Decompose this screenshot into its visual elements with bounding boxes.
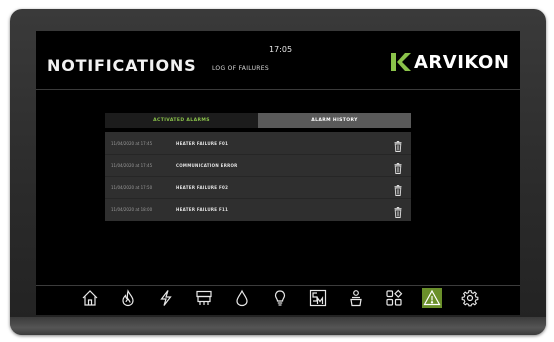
clock: 17:05 xyxy=(269,45,293,54)
lightning-icon xyxy=(160,290,172,306)
logo-text: ARVIKON xyxy=(414,51,510,73)
alarms-panel: ACTIVATED ALARMS ALARM HISTORY 11/04/202… xyxy=(105,113,411,221)
logo-mark-icon xyxy=(391,53,411,71)
list-item: 11/04/2020 at 17:50 HEATER FAILURE F02 xyxy=(105,176,411,198)
alarm-message: HEATER FAILURE F01 xyxy=(176,141,229,146)
nav-water[interactable] xyxy=(232,288,252,308)
header-divider xyxy=(36,89,520,90)
alarm-list: 11/04/2020 at 17:45 HEATER FAILURE F01 1… xyxy=(105,132,411,221)
tab-alarm-history[interactable]: ALARM HISTORY xyxy=(258,113,411,128)
list-item: 11/04/2020 at 17:45 HEATER FAILURE F01 xyxy=(105,133,411,154)
brand-logo: ARVIKON xyxy=(391,51,517,73)
device-bottom-edge xyxy=(10,317,546,335)
nav-fire[interactable] xyxy=(118,288,138,308)
gear-icon xyxy=(461,290,479,307)
nav-settings[interactable] xyxy=(460,288,480,308)
list-item: 11/04/2020 at 18:00 HEATER FAILURE F11 xyxy=(105,198,411,220)
tab-activated-alarms[interactable]: ACTIVATED ALARMS xyxy=(105,113,258,128)
bulb-icon xyxy=(274,290,286,306)
nav-oven[interactable] xyxy=(194,288,214,308)
page-title: NOTIFICATIONS xyxy=(47,56,197,75)
warning-icon xyxy=(423,289,441,306)
tab-bar: ACTIVATED ALARMS ALARM HISTORY xyxy=(105,113,411,128)
trash-icon[interactable] xyxy=(394,203,402,222)
nav-alarms[interactable] xyxy=(422,288,442,308)
bottom-navbar xyxy=(36,288,520,310)
nav-sm[interactable] xyxy=(308,288,328,308)
nav-home[interactable] xyxy=(80,288,100,308)
water-drop-icon xyxy=(236,289,248,307)
page-subtitle: LOG OF FAILURES xyxy=(212,65,269,72)
navbar-divider xyxy=(36,285,520,286)
nav-light[interactable] xyxy=(270,288,290,308)
alarm-time: 11/04/2020 at 17:45 xyxy=(111,141,153,146)
fire-icon xyxy=(122,289,134,307)
home-icon xyxy=(82,290,98,306)
alarm-time: 11/04/2020 at 17:50 xyxy=(111,185,153,190)
alarm-time: 11/04/2020 at 18:00 xyxy=(111,207,153,212)
nav-operator[interactable] xyxy=(346,288,366,308)
nav-power[interactable] xyxy=(156,288,176,308)
person-pot-icon xyxy=(350,290,362,307)
nav-apps[interactable] xyxy=(384,288,404,308)
sm-icon xyxy=(309,289,327,307)
alarm-message: HEATER FAILURE F02 xyxy=(176,185,229,190)
oven-icon xyxy=(196,290,212,305)
screen: NOTIFICATIONS LOG OF FAILURES 17:05 ARVI… xyxy=(36,31,520,315)
apps-icon xyxy=(386,289,403,306)
alarm-time: 11/04/2020 at 17:45 xyxy=(111,163,153,168)
list-item: 11/04/2020 at 17:45 COMMUNICATION ERROR xyxy=(105,154,411,176)
alarm-message: COMMUNICATION ERROR xyxy=(176,163,238,168)
alarm-message: HEATER FAILURE F11 xyxy=(176,207,229,212)
